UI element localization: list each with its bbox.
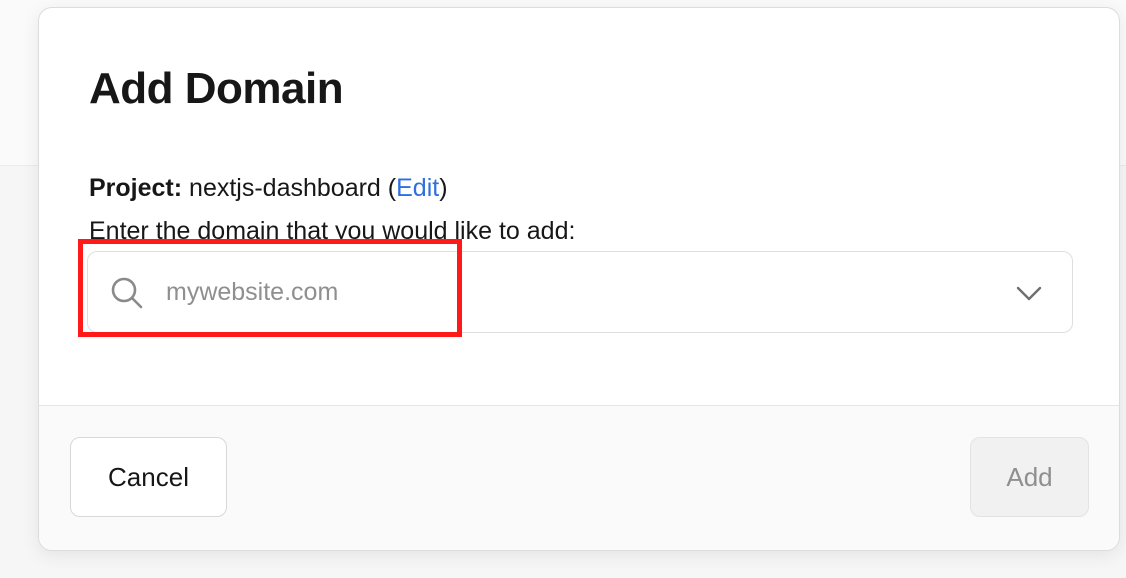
project-suffix: ) <box>439 174 448 202</box>
cancel-button[interactable]: Cancel <box>70 437 227 517</box>
edit-project-link[interactable]: Edit <box>396 174 439 202</box>
add-button[interactable]: Add <box>970 437 1089 517</box>
chevron-down-icon[interactable] <box>1014 278 1044 308</box>
domain-combobox[interactable] <box>87 251 1073 333</box>
domain-instruction: Enter the domain that you would like to … <box>89 217 576 245</box>
dialog-title: Add Domain <box>89 64 344 113</box>
add-domain-dialog: Add Domain Project: nextjs-dashboard (Ed… <box>38 7 1120 551</box>
search-icon <box>111 277 143 309</box>
project-name: nextjs-dashboard ( <box>182 174 397 202</box>
project-line: Project: nextjs-dashboard (Edit) <box>89 174 448 203</box>
domain-input[interactable] <box>166 270 966 314</box>
project-label: Project: <box>89 174 183 202</box>
dialog-footer: Cancel Add <box>39 405 1119 550</box>
